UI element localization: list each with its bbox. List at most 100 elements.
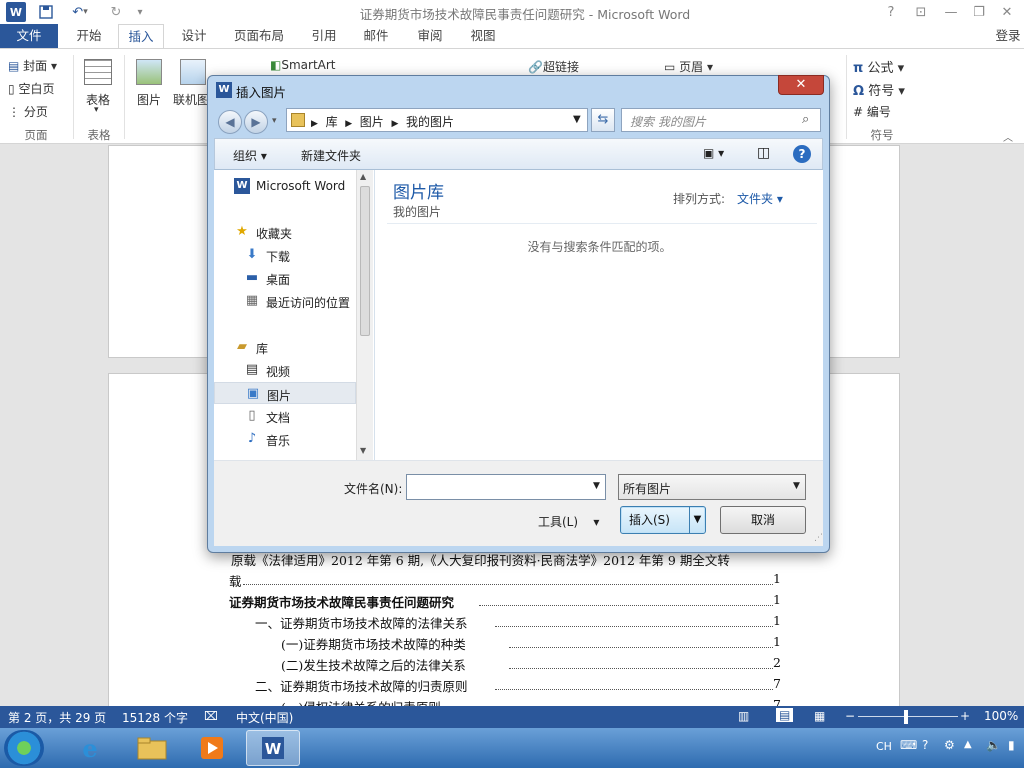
filename-input[interactable]: ▼ [406,474,606,500]
nav-favorites[interactable]: ★ 收藏夹 [214,221,356,243]
tab-home[interactable]: 开始 [68,24,110,48]
pictures-button[interactable]: 图片 [137,91,161,108]
change-view-icon[interactable]: ▣ ▾ [703,146,724,160]
keyboard-icon[interactable]: ⌨ [900,738,917,752]
insert-options-icon[interactable]: ▼ [689,507,705,533]
blank-page-button[interactable]: ▯ 空白页 [8,80,54,97]
organize-menu[interactable]: 组织 ▾ [233,147,267,164]
hyperlink-button[interactable]: 🔗超链接 [528,58,579,75]
language-indicator[interactable]: 中文(中国) [236,709,293,726]
breadcrumb-libraries[interactable]: 库 [326,115,338,129]
nav-scroll-thumb[interactable] [360,186,370,336]
refresh-button[interactable]: ⇆ [591,108,615,132]
nav-pictures[interactable]: ▣ 图片 [214,382,356,404]
help-tray-icon[interactable]: ? [922,738,928,752]
tab-file[interactable]: 文件 [0,24,58,48]
tools-menu[interactable]: 工具(L) ▾ [538,513,599,530]
show-hidden-icons[interactable]: ▲ [964,739,972,750]
breadcrumb-my-pictures[interactable]: 我的图片 [406,115,454,129]
preview-pane-icon[interactable]: ◫ [757,145,770,161]
print-layout-icon[interactable]: ▤ [776,708,794,722]
address-bar[interactable]: ▶ 库 ▶ 图片 ▶ 我的图片 ▼ [286,108,588,132]
back-button[interactable]: ◀ [218,110,242,134]
qat-customize-icon[interactable]: ▾ [130,2,150,22]
tab-layout[interactable]: 页面布局 [226,24,292,48]
cover-page-button[interactable]: ▤ 封面 ▾ [8,57,57,74]
ribbon-display-button[interactable]: ⊡ [908,2,934,22]
tab-insert[interactable]: 插入 [118,24,164,48]
network-icon[interactable]: ▮ [1008,738,1015,752]
zoom-slider[interactable] [858,716,958,717]
input-language[interactable]: CH [876,740,892,753]
volume-icon[interactable]: 🔈 [986,738,1001,752]
dialog-close-button[interactable]: ✕ [778,75,824,95]
arrange-by-dropdown[interactable]: 文件夹 ▾ [737,190,783,207]
number-button[interactable]: # 编号 [853,103,891,120]
address-dropdown-icon[interactable]: ▼ [573,114,581,125]
nav-downloads[interactable]: ⬇ 下载 [214,244,356,266]
collapse-ribbon-icon[interactable]: ︿ [1003,129,1013,144]
redo-icon[interactable]: ↻ [106,2,126,22]
scroll-up-icon[interactable]: ▲ [360,172,366,181]
word-app-icon[interactable]: W [6,2,26,22]
formula-button[interactable]: π 公式 ▾ [853,57,904,76]
scroll-down-icon[interactable]: ▼ [360,446,366,455]
zoom-out-button[interactable]: − [845,709,855,723]
start-button[interactable] [4,730,44,766]
nav-recent[interactable]: ▦ 最近访问的位置 [214,290,356,312]
tab-references[interactable]: 引用 [304,24,344,48]
word-taskbar-icon[interactable]: W [246,730,300,766]
nav-videos[interactable]: ▤ 视频 [214,359,356,381]
tab-design[interactable]: 设计 [174,24,214,48]
zoom-slider-thumb[interactable] [904,710,908,724]
tray-settings-icon[interactable]: ⚙ [944,738,955,752]
media-player-icon[interactable] [192,730,232,766]
page-break-button[interactable]: ⋮ 分页 [8,103,48,120]
maximize-button[interactable]: ❐ [966,2,992,22]
minimize-button[interactable]: — [938,2,964,22]
zoom-level[interactable]: 100% [984,709,1018,723]
resize-grip[interactable]: ⋰ [814,533,823,543]
search-input[interactable]: 搜索 我的图片 ⌕ [621,108,821,132]
tab-review[interactable]: 审阅 [410,24,450,48]
online-pictures-button[interactable]: 联机图 [173,91,209,108]
page-count[interactable]: 第 2 页，共 29 页 [8,709,106,726]
word-count[interactable]: 15128 个字 [122,709,188,726]
ie-icon[interactable]: e [70,730,110,766]
nav-documents[interactable]: ▯ 文档 [214,405,356,427]
nav-desktop[interactable]: ▬ 桌面 [214,267,356,289]
header-button[interactable]: ▭ 页眉 ▾ [664,58,713,75]
new-folder-button[interactable]: 新建文件夹 [301,147,361,164]
forward-button[interactable]: ▶ [244,110,268,134]
nav-libraries[interactable]: ▰ 库 [214,336,356,358]
nav-microsoft-word[interactable]: W Microsoft Word [214,175,356,197]
tab-view[interactable]: 视图 [463,24,503,48]
insert-button[interactable]: 插入(S) ▼ [620,506,706,534]
help-button[interactable]: ? [878,2,904,22]
help-icon[interactable]: ? [793,145,811,163]
undo-icon[interactable]: ↶ ▾ [66,2,94,22]
zoom-in-button[interactable]: + [960,709,970,723]
explorer-icon[interactable] [132,730,172,766]
filetype-select[interactable]: 所有图片 ▼ [618,474,806,500]
signin-link[interactable]: 登录 [992,24,1024,48]
recent-locations-icon[interactable]: ▾ [272,116,277,126]
save-icon[interactable] [36,2,56,22]
nav-music[interactable]: ♪ 音乐 [214,428,356,450]
filename-dropdown-icon[interactable]: ▼ [593,481,600,491]
file-list[interactable]: 图片库 我的图片 排列方式: 文件夹 ▾ 没有与搜索条件匹配的项。 [374,170,823,460]
proofing-icon[interactable]: ⌧ [204,709,218,723]
symbol-button[interactable]: Ω 符号 ▾ [853,80,905,99]
smartart-button[interactable]: ◧SmartArt [270,58,336,72]
read-mode-icon[interactable]: ▥ [738,709,749,723]
breadcrumb[interactable]: ▶ 库 ▶ 图片 ▶ 我的图片 [311,113,454,130]
search-icon[interactable]: ⌕ [802,112,809,127]
nav-scrollbar[interactable]: ▲ ▼ [356,170,373,460]
web-layout-icon[interactable]: ▦ [814,709,825,723]
breadcrumb-pictures[interactable]: 图片 [360,115,384,129]
tab-mailings[interactable]: 邮件 [356,24,396,48]
cancel-button[interactable]: 取消 [720,506,806,534]
close-window-button[interactable]: ✕ [994,2,1020,22]
table-dropdown-icon[interactable]: ▾ [94,105,99,115]
filetype-dropdown-icon[interactable]: ▼ [793,481,800,491]
